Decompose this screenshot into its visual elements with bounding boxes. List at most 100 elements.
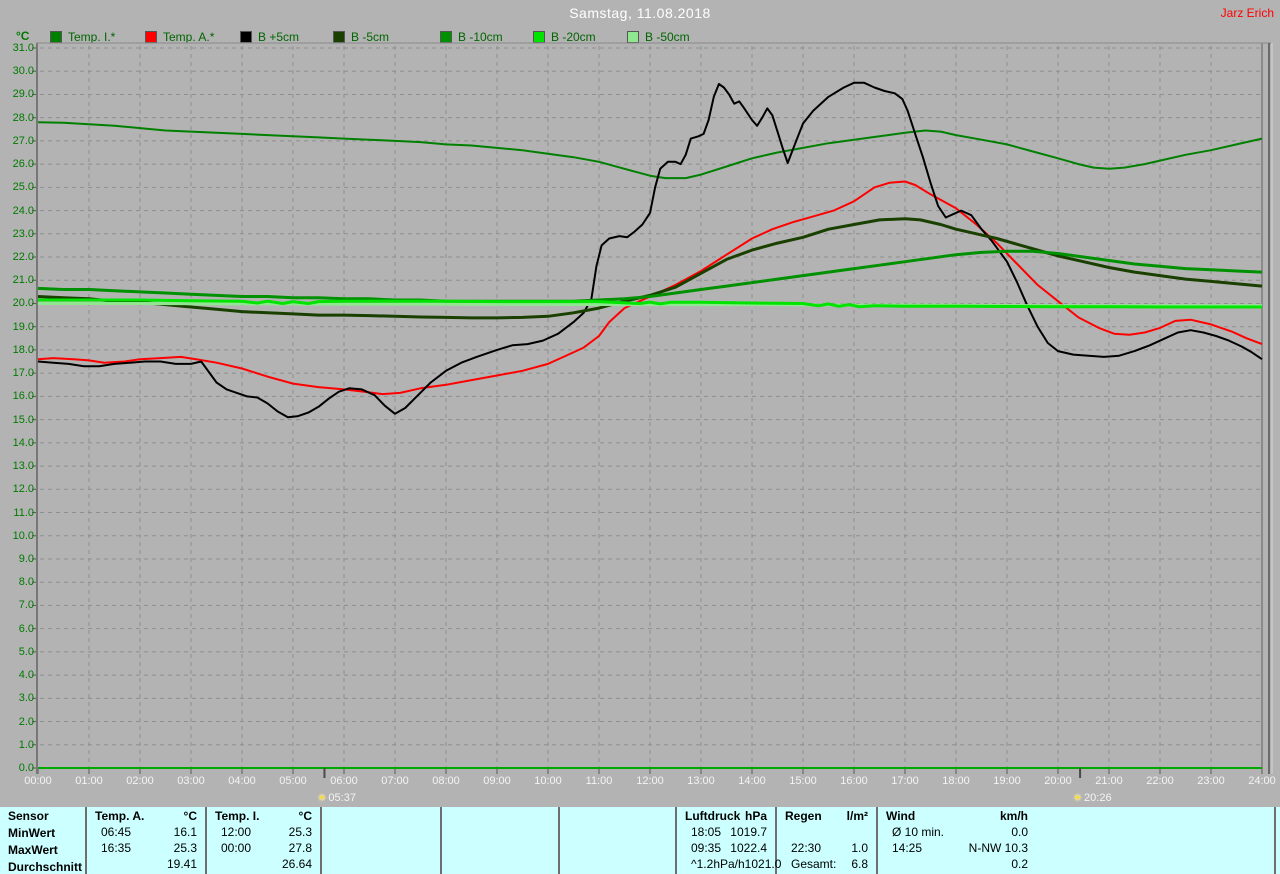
rain-time: 22:30 bbox=[791, 841, 822, 855]
column-unit: °C bbox=[183, 809, 197, 823]
rain-value: 1.0 bbox=[851, 841, 868, 855]
wind-max-time: 14:25 bbox=[892, 841, 923, 855]
sunrise-icon: ☀ bbox=[317, 792, 327, 804]
min-time: 12:00 bbox=[221, 825, 252, 839]
y-tick-label: 16.0 bbox=[12, 390, 34, 403]
y-tick-label: 2.0 bbox=[18, 715, 34, 728]
x-tick-label: 05:00 bbox=[279, 775, 307, 787]
sunset-icon: ☀ bbox=[1073, 792, 1083, 804]
x-tick-label: 00:00 bbox=[24, 775, 52, 787]
sunrise-time: 05:37 bbox=[328, 792, 356, 804]
x-tick-label: 02:00 bbox=[126, 775, 154, 787]
x-tick-label: 06:00 bbox=[330, 775, 358, 787]
x-tick-label: 12:00 bbox=[636, 775, 664, 787]
column-unit: °C bbox=[298, 809, 312, 823]
y-tick-label: 25.0 bbox=[12, 181, 34, 194]
y-tick-label: 17.0 bbox=[12, 367, 34, 380]
stats-column-regen: Regen l/m² 22:30 1.0 Gesamt: 6.8 bbox=[777, 807, 878, 874]
max-time: 09:35 bbox=[691, 841, 722, 855]
stats-label: Durchschnitt bbox=[8, 860, 83, 874]
max-value: 25.3 bbox=[173, 841, 197, 855]
max-value: 27.8 bbox=[288, 841, 312, 855]
max-time: 00:00 bbox=[221, 841, 252, 855]
min-value: 25.3 bbox=[288, 825, 312, 839]
sunset-marker: ☀ 20:26 bbox=[1073, 791, 1112, 805]
x-tick-label: 08:00 bbox=[432, 775, 460, 787]
y-tick-label: 13.0 bbox=[12, 460, 34, 473]
y-tick-label: 8.0 bbox=[18, 576, 34, 589]
y-tick-label: 1.0 bbox=[18, 738, 34, 751]
trend-label: ^1.2hPa/h bbox=[691, 857, 745, 871]
stats-label: Sensor bbox=[8, 809, 49, 823]
wind-day-value: 0.2 bbox=[1011, 857, 1028, 871]
y-tick-label: 12.0 bbox=[12, 483, 34, 496]
x-tick-label: 24:00 bbox=[1248, 775, 1276, 787]
y-tick-label: 6.0 bbox=[18, 622, 34, 635]
x-tick-label: 01:00 bbox=[75, 775, 103, 787]
wind-max-value: N-NW 10.3 bbox=[968, 841, 1028, 855]
sunrise-marker: ☀ 05:37 bbox=[317, 791, 356, 805]
y-tick-label: 4.0 bbox=[18, 669, 34, 682]
stats-column-empty-2 bbox=[442, 807, 560, 874]
y-tick-label: 0.0 bbox=[18, 762, 34, 774]
y-tick-label: 21.0 bbox=[12, 274, 34, 287]
avg-label bbox=[215, 856, 221, 872]
min-time: 18:05 bbox=[691, 825, 722, 839]
x-tick-label: 10:00 bbox=[534, 775, 562, 787]
y-tick-label: 9.0 bbox=[18, 552, 34, 565]
wind-avg-value: 0.0 bbox=[1011, 825, 1028, 839]
avg-value: 19.41 bbox=[166, 857, 197, 871]
x-tick-label: 18:00 bbox=[942, 775, 970, 787]
stats-column-empty-3 bbox=[560, 807, 677, 874]
wind-avg-label: Ø 10 min. bbox=[892, 825, 945, 839]
weather-day-chart-window: Samstag, 11.08.2018 Jarz Erich °C Temp. … bbox=[0, 0, 1280, 874]
y-tick-label: 20.0 bbox=[12, 297, 34, 310]
x-tick-label: 16:00 bbox=[840, 775, 868, 787]
x-tick-label: 14:00 bbox=[738, 775, 766, 787]
x-tick-label: 11:00 bbox=[585, 775, 613, 787]
y-tick-label: 26.0 bbox=[12, 158, 34, 171]
y-tick-label: 11.0 bbox=[13, 506, 34, 519]
y-tick-label: 22.0 bbox=[12, 251, 34, 264]
max-value: 1022.4 bbox=[730, 841, 767, 855]
y-tick-label: 18.0 bbox=[12, 343, 34, 356]
y-tick-label: 24.0 bbox=[12, 204, 34, 217]
total-value: 6.8 bbox=[851, 857, 868, 871]
y-tick-label: 15.0 bbox=[12, 413, 34, 426]
avg-label bbox=[95, 856, 101, 872]
y-tick-label: 27.0 bbox=[12, 134, 34, 147]
y-tick-label: 28.0 bbox=[12, 111, 34, 124]
x-tick-label: 19:00 bbox=[993, 775, 1021, 787]
avg-value: 26.64 bbox=[281, 857, 312, 871]
x-tick-label: 09:00 bbox=[483, 775, 511, 787]
column-unit: km/h bbox=[999, 809, 1028, 823]
cell bbox=[886, 856, 892, 872]
stats-label: MaxWert bbox=[8, 843, 58, 857]
column-name: Luftdruck bbox=[685, 809, 741, 823]
x-tick-label: 17:00 bbox=[891, 775, 919, 787]
column-name: Wind bbox=[886, 809, 916, 823]
column-name: Temp. I. bbox=[215, 809, 260, 823]
x-tick-label: 20:00 bbox=[1044, 775, 1072, 787]
min-value: 16.1 bbox=[173, 825, 197, 839]
x-tick-label: 13:00 bbox=[687, 775, 715, 787]
x-tick-label: 23:00 bbox=[1197, 775, 1225, 787]
y-tick-label: 10.0 bbox=[12, 529, 34, 542]
avg-value: 1021.0 bbox=[744, 857, 782, 871]
y-tick-label: 31.0 bbox=[12, 42, 34, 54]
total-label: Gesamt: bbox=[791, 857, 837, 871]
x-tick-label: 22:00 bbox=[1146, 775, 1174, 787]
stats-table: Sensor MinWert MaxWert Durchschnitt Temp… bbox=[0, 807, 1280, 874]
x-tick-label: 15:00 bbox=[789, 775, 817, 787]
sunset-time: 20:26 bbox=[1084, 792, 1112, 804]
y-tick-label: 30.0 bbox=[12, 65, 34, 78]
y-tick-label: 3.0 bbox=[18, 692, 34, 705]
y-tick-label: 19.0 bbox=[12, 320, 34, 333]
y-tick-label: 5.0 bbox=[18, 645, 34, 658]
stats-column-wind: Wind km/h Ø 10 min. 0.0 14:25 N-NW 10.3 0.… bbox=[878, 807, 1276, 874]
column-unit: l/m² bbox=[846, 809, 868, 823]
x-tick-label: 21:00 bbox=[1095, 775, 1123, 787]
min-value: 1019.7 bbox=[730, 825, 767, 839]
stats-label: MinWert bbox=[8, 826, 56, 840]
min-time: 06:45 bbox=[101, 825, 132, 839]
